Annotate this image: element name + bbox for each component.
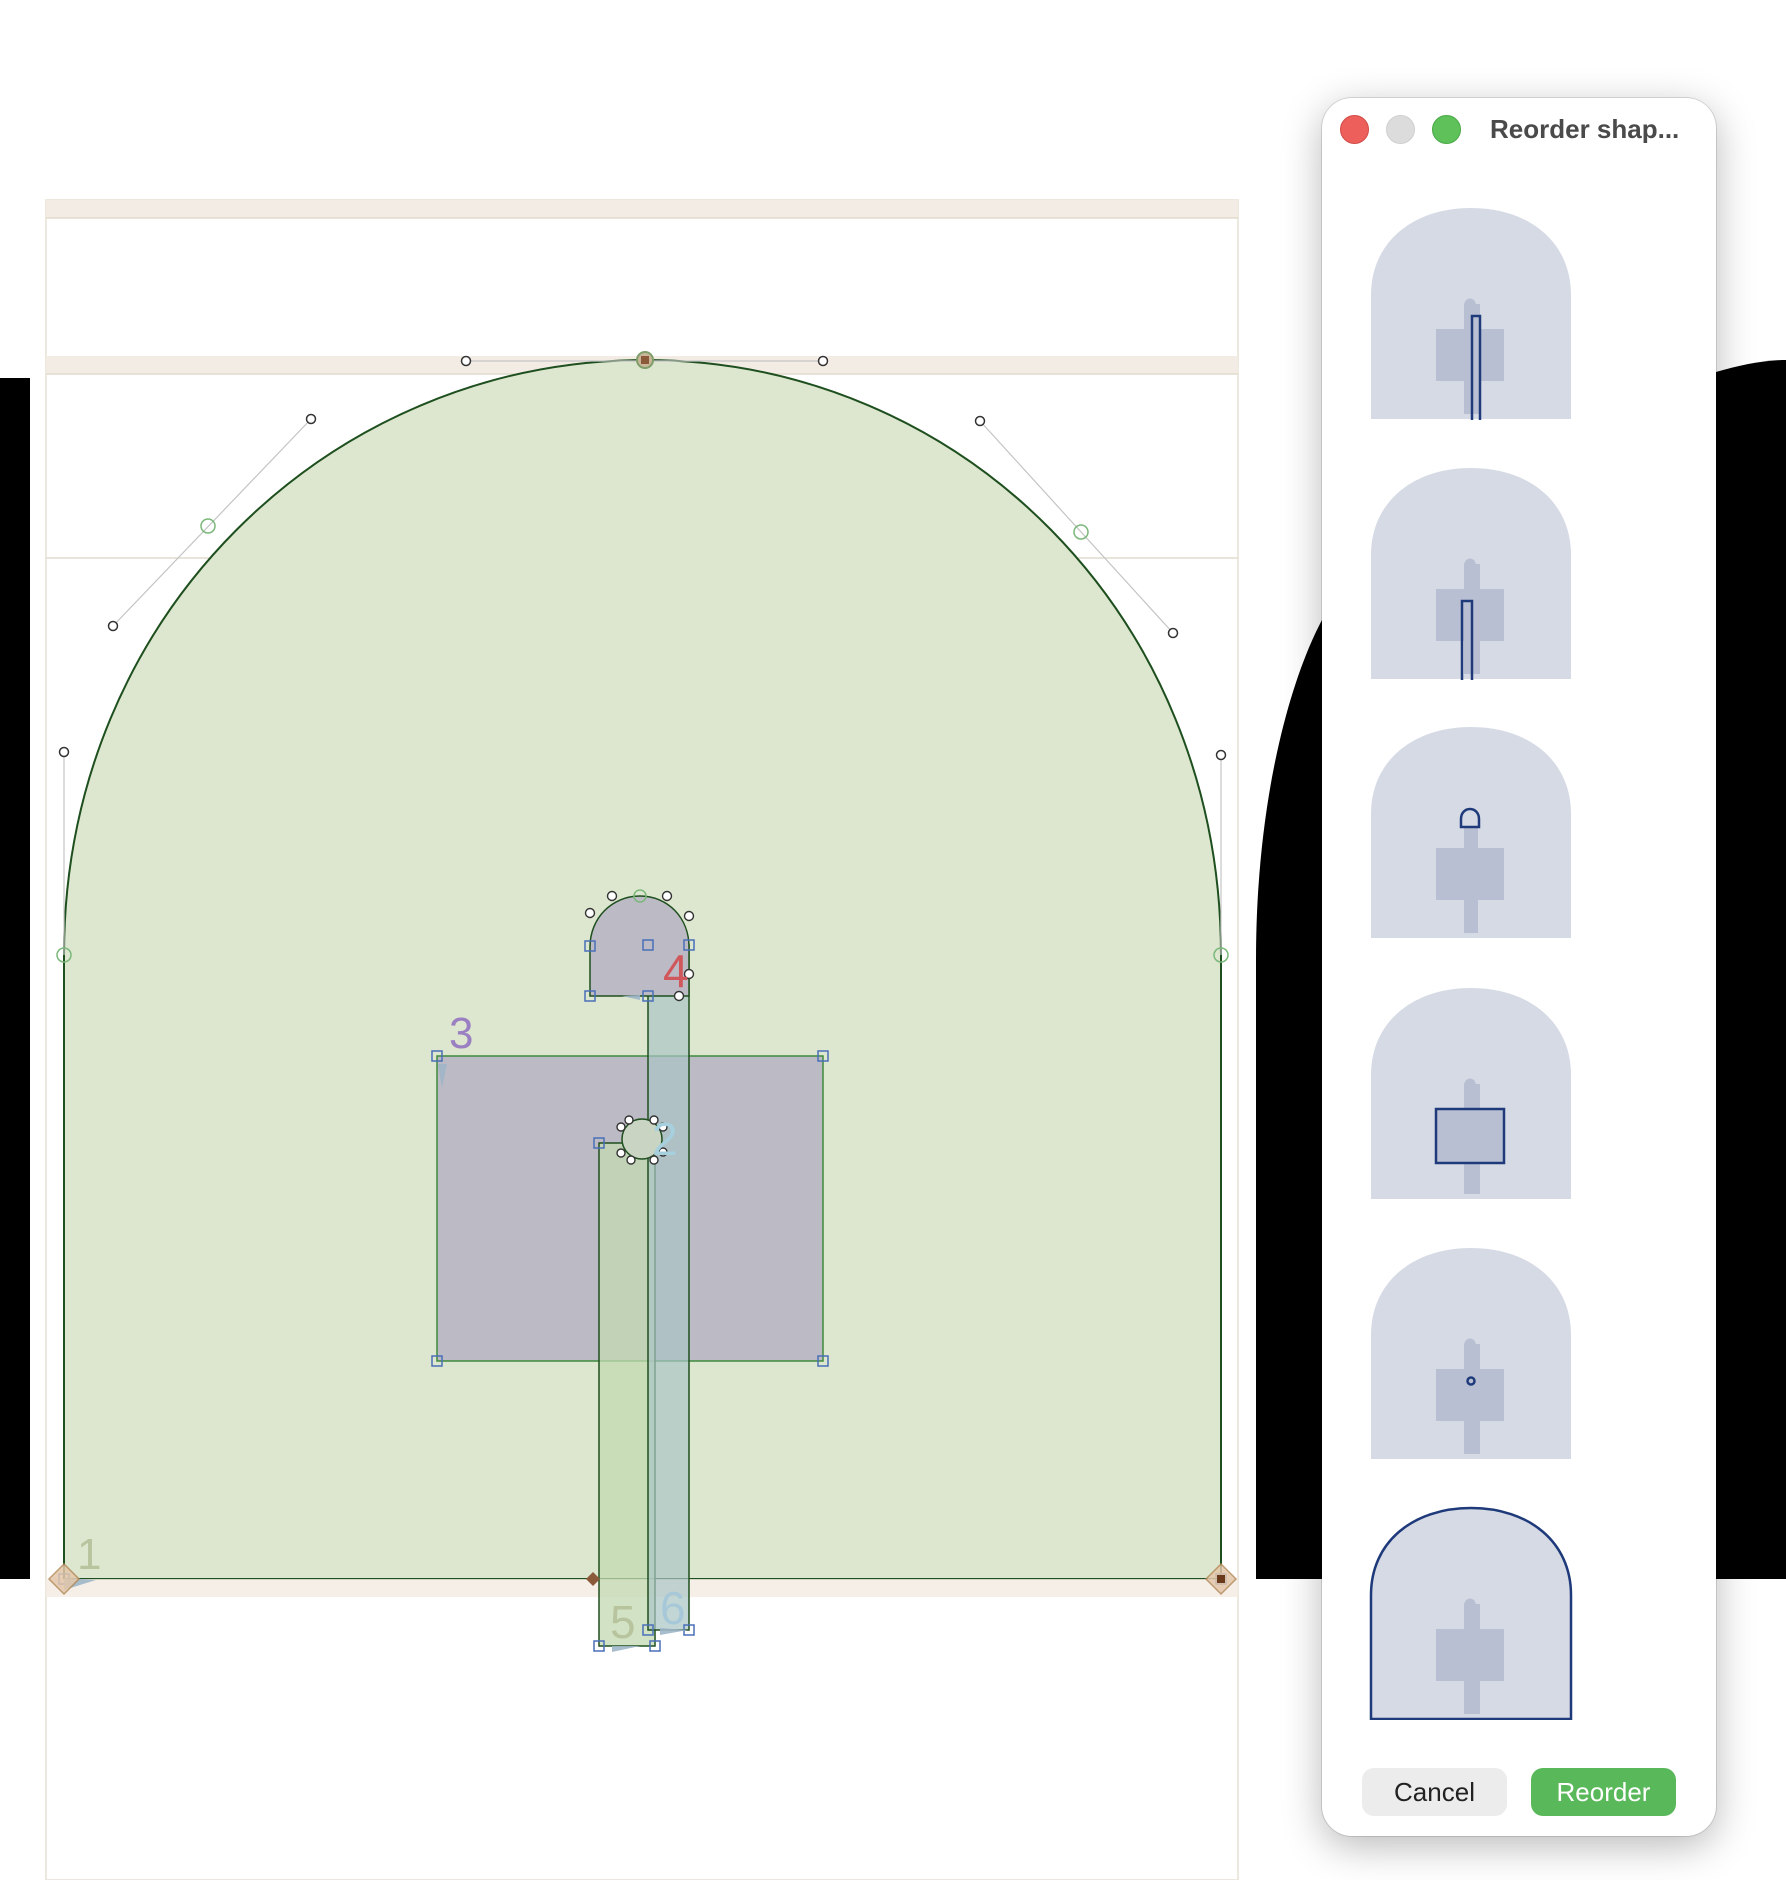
backdrop-right-outer [1716,360,1786,1579]
reorder-dialog: Reorder shap... Cancel Reorder [1322,98,1716,1836]
close-traffic-light-icon[interactable] [1340,115,1369,144]
zoom-traffic-light-icon[interactable] [1432,115,1461,144]
backdrop-right [1256,620,1322,1579]
shape-label-1: 1 [77,1530,101,1579]
arch-top-anchor-core [641,356,649,364]
shape-label-6: 6 [660,1582,686,1634]
shape-tall-bar[interactable] [647,944,690,1631]
shape-label-3: 3 [449,1009,473,1058]
shape-stem[interactable] [598,1142,656,1647]
cancel-button[interactable]: Cancel [1362,1768,1507,1816]
minimize-traffic-light-icon[interactable] [1386,115,1415,144]
backdrop-left [0,378,30,1579]
shape-label-2: 2 [652,1113,678,1165]
shape-thumbnail-4[interactable] [1368,984,1574,1200]
dialog-title: Reorder shap... [1490,115,1680,143]
shape-thumbnail-5[interactable] [1368,1244,1574,1460]
shape-thumbnail-6[interactable] [1368,1504,1574,1720]
shape-label-4: 4 [663,945,689,997]
guide-band-top [46,200,1238,218]
shape-label-5: 5 [610,1596,636,1648]
reorder-button[interactable]: Reorder [1531,1768,1676,1816]
shape-thumbnail-3[interactable] [1368,723,1574,939]
shape-thumbnail-2[interactable] [1368,464,1574,680]
shape-thumbnail-1[interactable] [1368,204,1574,420]
anchor-core-right [1217,1575,1225,1583]
